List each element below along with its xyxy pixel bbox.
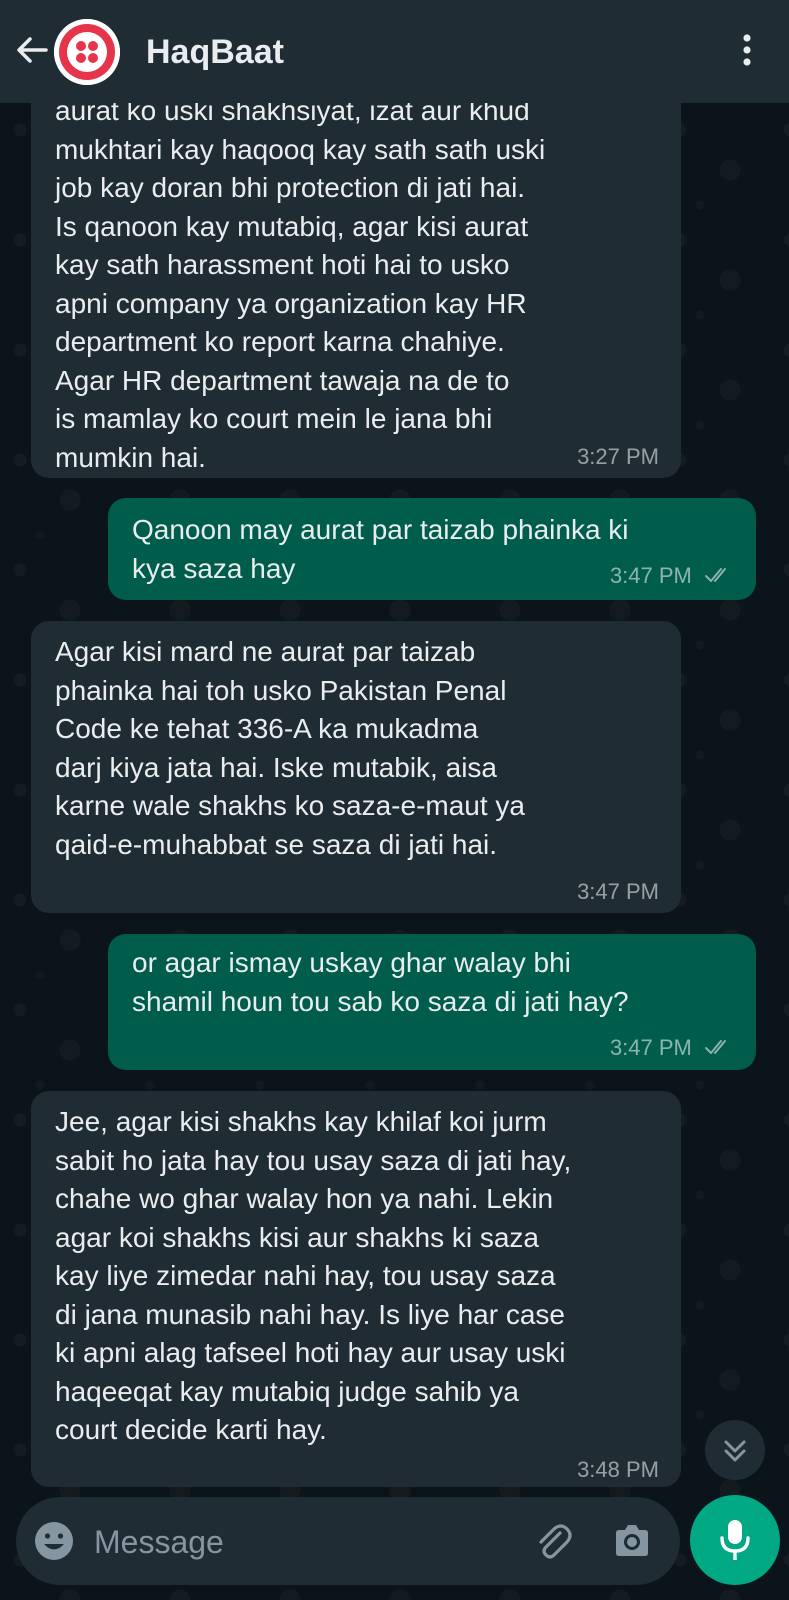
message-text: Agar kisi mard ne aurat par taizab phain… [55,636,525,860]
more-vertical-icon[interactable] [730,30,764,70]
message-incoming[interactable]: Jee, agar kisi shakhs kay khilaf koi jur… [31,1091,681,1487]
message-time: 3:47 PM [609,562,692,588]
message-text: Jee, agar kisi shakhs kay khilaf koi jur… [55,1106,572,1445]
camera-icon[interactable] [610,1519,654,1563]
message-time: 3:47 PM [577,879,659,904]
message-outgoing[interactable]: or agar ismay uskay ghar walay bhi shami… [108,934,756,1070]
read-ticks-icon [704,1036,734,1062]
haqbaat-logo-icon [54,19,120,85]
chevrons-down-icon[interactable] [705,1420,765,1480]
message-input[interactable] [92,1515,516,1569]
chat-header: HaqBaat [0,0,789,103]
message-text: or agar ismay uskay ghar walay bhi shami… [132,947,629,1017]
avatar[interactable] [54,19,120,85]
message-composer [16,1497,680,1585]
message-incoming[interactable]: Agar kisi mard ne aurat par taizab phain… [31,621,681,913]
message-incoming[interactable]: aurat ko uski shakhsiyat, izat aur khud … [31,60,681,478]
arrow-left-icon[interactable] [12,30,52,70]
message-time: 3:48 PM [577,1457,659,1482]
read-ticks-icon [704,564,734,590]
message-time: 3:27 PM [577,444,659,469]
message-outgoing[interactable]: Qanoon may aurat par taizab phainka ki k… [108,498,756,600]
message-text: aurat ko uski shakhsiyat, izat aur khud … [55,95,546,473]
message-meta: 3:47 PM [610,563,734,590]
message-meta: 3:47 PM [610,1035,734,1062]
paperclip-icon[interactable] [530,1519,574,1563]
message-time: 3:47 PM [609,1034,692,1060]
emoji-icon[interactable] [32,1519,76,1563]
microphone-icon[interactable] [690,1495,780,1585]
chat-title[interactable]: HaqBaat [146,30,284,74]
